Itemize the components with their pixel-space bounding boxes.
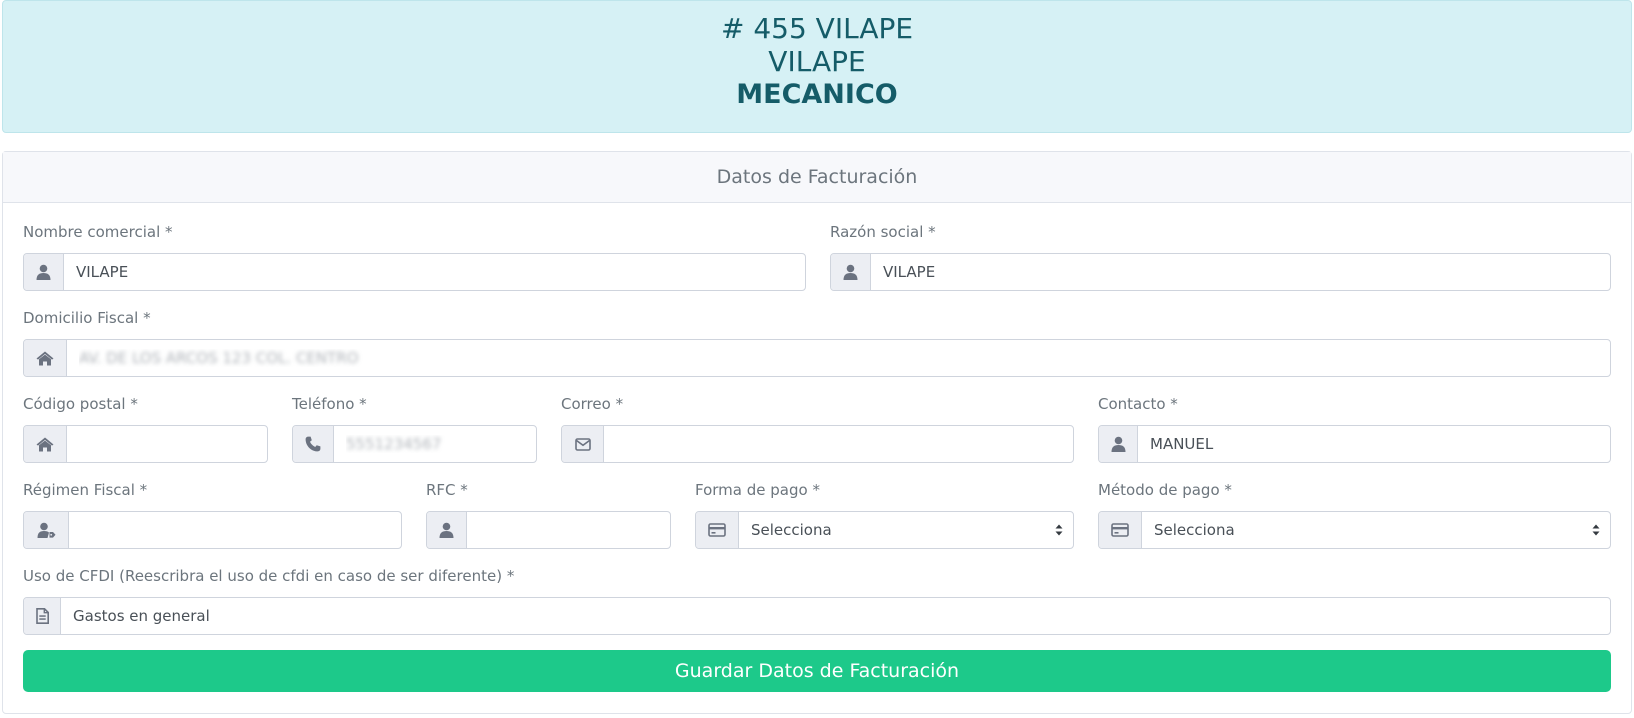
home-icon [24,426,67,462]
contacto-label: Contacto * [1098,395,1178,413]
regimen-fiscal-label: Régimen Fiscal * [23,481,148,499]
nombre-comercial-label: Nombre comercial * [23,223,173,241]
forma-pago-select[interactable]: Selecciona [695,511,1074,549]
domicilio-fiscal-group [23,339,1611,377]
order-title: # 455 VILAPE [720,12,914,45]
forma-pago-selected: Selecciona [751,521,832,539]
nombre-comercial-group [23,253,806,291]
user-icon [831,254,871,290]
razon-social-input[interactable] [871,254,1610,290]
user-icon [427,512,467,548]
telefono-input[interactable] [334,426,536,462]
metodo-pago-label: Método de pago * [1098,481,1232,499]
metodo-pago-dropdown[interactable]: Selecciona [1142,512,1610,548]
nombre-comercial-input[interactable] [64,254,805,290]
regimen-fiscal-input[interactable] [69,512,401,548]
user-icon [1099,426,1138,462]
client-type: MECANICO [736,79,898,110]
user-tag-icon [24,512,69,548]
envelope-icon [562,426,604,462]
card-title: Datos de Facturación [3,152,1631,203]
save-billing-button[interactable]: Guardar Datos de Facturación [23,650,1611,692]
forma-pago-dropdown[interactable]: Selecciona [739,512,1073,548]
home-icon [24,340,67,376]
uso-cfdi-input[interactable] [61,598,1610,634]
contacto-group [1098,425,1611,463]
regimen-fiscal-group [23,511,402,549]
codigo-postal-label: Código postal * [23,395,138,413]
correo-group [561,425,1074,463]
credit-card-icon [1099,512,1142,548]
user-icon [24,254,64,290]
contacto-input[interactable] [1138,426,1610,462]
telefono-label: Teléfono * [292,395,367,413]
title-banner: # 455 VILAPE VILAPE MECANICO [2,0,1632,133]
metodo-pago-selected: Selecciona [1154,521,1235,539]
razon-social-group [830,253,1611,291]
correo-label: Correo * [561,395,624,413]
domicilio-fiscal-input[interactable] [67,340,1610,376]
credit-card-icon [696,512,739,548]
client-name: VILAPE [768,45,866,78]
rfc-label: RFC * [426,481,468,499]
uso-cfdi-label: Uso de CFDI (Reescribra el uso de cfdi e… [23,567,515,585]
domicilio-fiscal-label: Domicilio Fiscal * [23,309,151,327]
select-caret-icon [1592,524,1600,536]
metodo-pago-select[interactable]: Selecciona [1098,511,1611,549]
phone-icon [293,426,334,462]
rfc-input[interactable] [467,512,670,548]
file-icon [24,598,61,634]
forma-pago-label: Forma de pago * [695,481,820,499]
select-caret-icon [1055,524,1063,536]
uso-cfdi-group [23,597,1611,635]
rfc-group [426,511,671,549]
correo-input[interactable] [604,426,1073,462]
codigo-postal-input[interactable] [67,426,267,462]
codigo-postal-group [23,425,268,463]
telefono-group [292,425,537,463]
razon-social-label: Razón social * [830,223,936,241]
